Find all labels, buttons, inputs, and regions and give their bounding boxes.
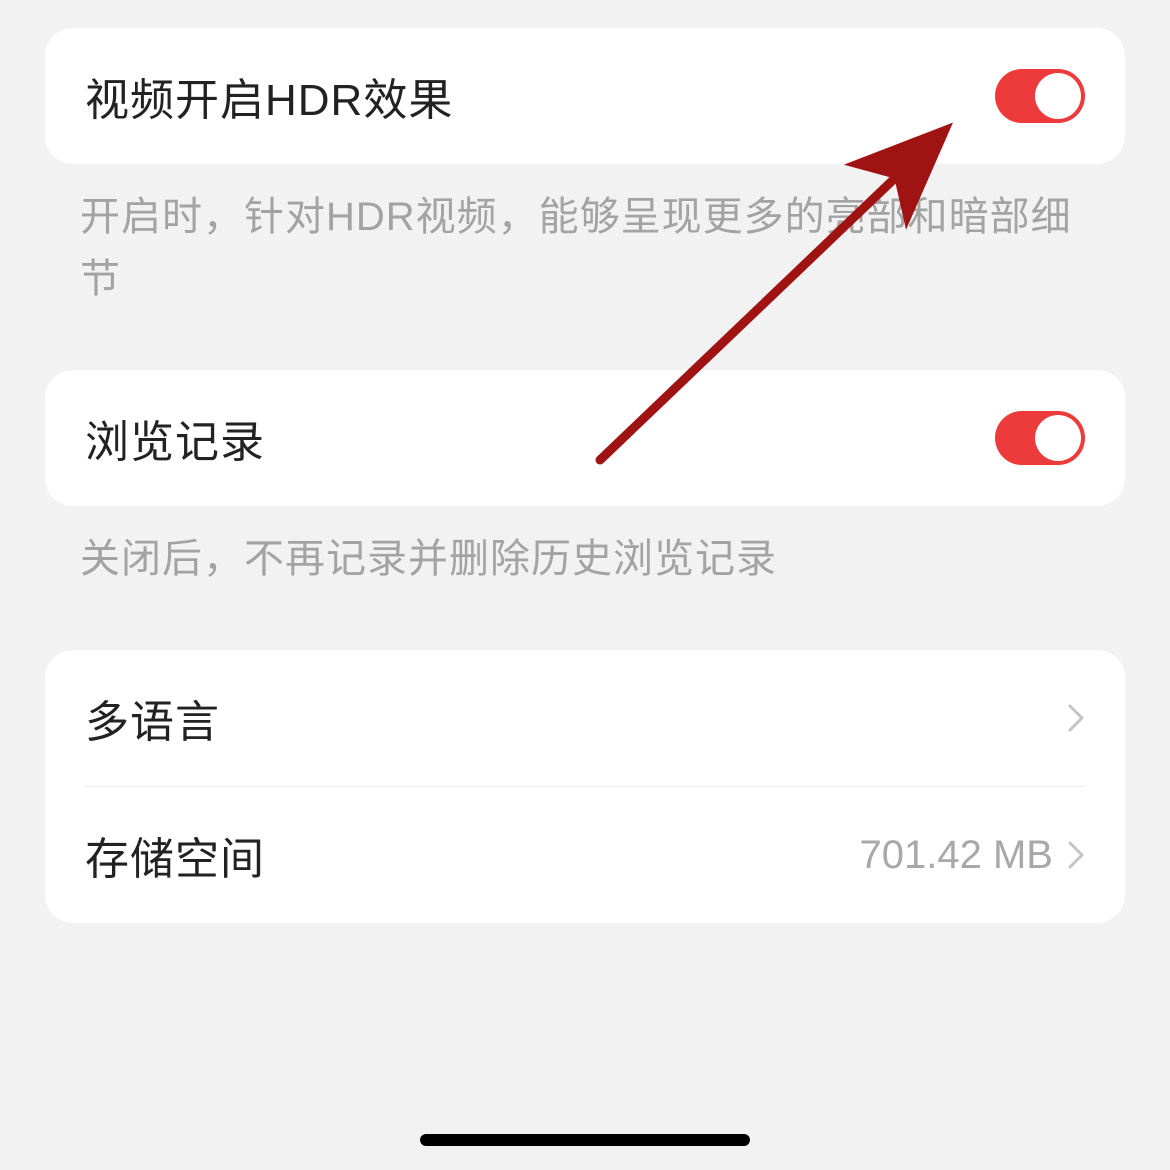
toggle-knob (1035, 73, 1081, 119)
hdr-card: 视频开启HDR效果 (45, 28, 1125, 164)
history-setting-row: 浏览记录 (45, 370, 1125, 506)
storage-value: 701.42 MB (860, 833, 1053, 878)
chevron-right-icon (1067, 703, 1085, 733)
hdr-toggle[interactable] (995, 69, 1085, 123)
storage-row[interactable]: 存储空间 701.42 MB (45, 787, 1125, 923)
hdr-label: 视频开启HDR效果 (85, 64, 453, 128)
history-card: 浏览记录 (45, 370, 1125, 506)
history-toggle[interactable] (995, 411, 1085, 465)
toggle-knob (1035, 415, 1081, 461)
home-indicator[interactable] (420, 1134, 750, 1146)
language-row[interactable]: 多语言 (45, 650, 1125, 786)
chevron-right-icon (1067, 840, 1085, 870)
hdr-description: 开启时，针对HDR视频，能够呈现更多的亮部和暗部细节 (80, 186, 1090, 310)
history-label: 浏览记录 (85, 406, 265, 470)
nav-card: 多语言 存储空间 701.42 MB (45, 650, 1125, 923)
hdr-setting-row: 视频开启HDR效果 (45, 28, 1125, 164)
history-description: 关闭后，不再记录并删除历史浏览记录 (80, 528, 1090, 590)
language-label: 多语言 (85, 686, 220, 750)
storage-label: 存储空间 (85, 823, 265, 887)
